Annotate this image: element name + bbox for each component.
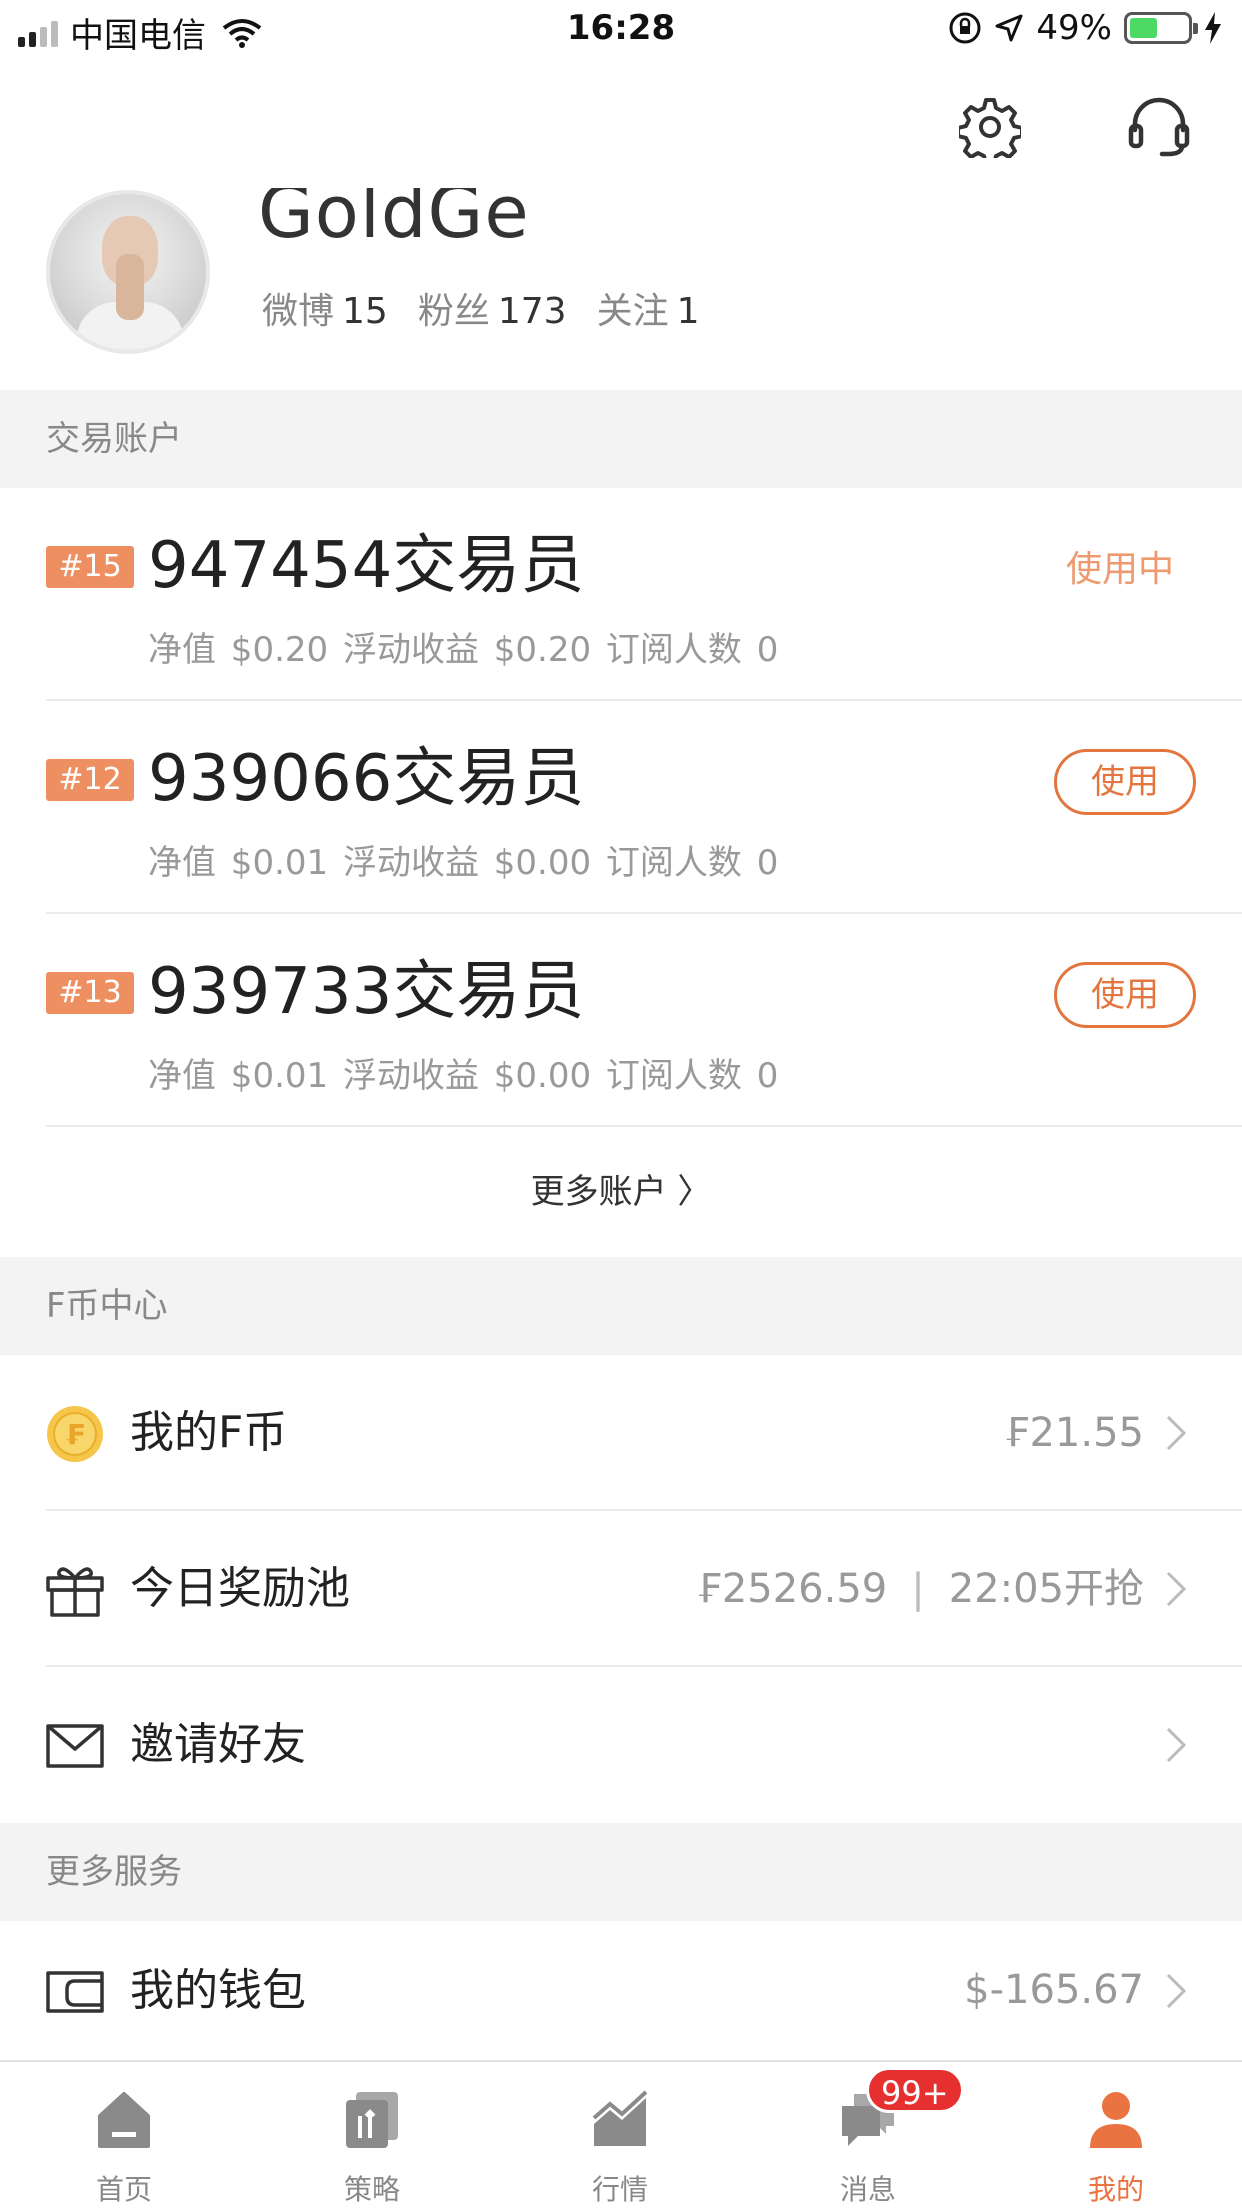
account-rank-badge: #15 xyxy=(46,546,134,588)
rotation-lock-icon xyxy=(949,12,981,44)
stat-weibo[interactable]: 微博 15 xyxy=(262,282,388,334)
account-title: 947454交易员 xyxy=(148,529,585,603)
wallet-icon xyxy=(44,1961,106,2023)
tab-home[interactable]: 首页 xyxy=(0,2062,248,2208)
account-in-use-status: 使用中 xyxy=(1065,549,1174,590)
account-details: 净值 $0.20 浮动收益 $0.20 订阅人数 0 xyxy=(148,630,779,670)
gift-icon xyxy=(44,1559,106,1621)
chevron-right-icon xyxy=(1166,1571,1187,1607)
account-title: 939066交易员 xyxy=(148,742,585,816)
stat-fans[interactable]: 粉丝 173 xyxy=(418,282,567,334)
tab-market[interactable]: 行情 xyxy=(496,2062,744,2208)
stat-following[interactable]: 关注 1 xyxy=(597,282,700,334)
account-details: 净值 $0.01 浮动收益 $0.00 订阅人数 0 xyxy=(148,843,779,883)
chevron-right-icon xyxy=(1166,1727,1187,1763)
fcoin-icon: ₣ xyxy=(44,1403,106,1465)
account-details: 净值 $0.01 浮动收益 $0.00 订阅人数 0 xyxy=(148,1056,779,1096)
reward-pool-amount: ₣2526.59 xyxy=(696,1566,888,1612)
tab-bar: 首页 策略 行情 消息 我的 xyxy=(0,2060,1242,2208)
use-account-button[interactable]: 使用 xyxy=(1054,962,1196,1028)
headset-icon xyxy=(1128,97,1190,157)
account-row[interactable]: #13 939733交易员 净值 $0.01 浮动收益 $0.00 订阅人数 0… xyxy=(0,914,1242,1127)
status-right: 49% xyxy=(948,8,1222,48)
separator: | xyxy=(911,1566,925,1612)
list-item-my-fcoin[interactable]: ₣ 我的F币 ₣21.55 xyxy=(0,1355,1242,1511)
gear-icon xyxy=(959,98,1021,158)
section-header-trading: 交易账户 xyxy=(0,390,1242,488)
wallet-balance: $-165.67 xyxy=(964,1967,1144,2013)
list-item-invite-friends[interactable]: 邀请好友 xyxy=(0,1667,1242,1823)
row-label: 我的F币 xyxy=(130,1407,288,1458)
account-rank-badge: #13 xyxy=(46,972,134,1014)
section-header-services: 更多服务 xyxy=(0,1823,1242,1921)
battery-icon xyxy=(1124,12,1198,44)
market-chart-icon xyxy=(592,2090,648,2146)
charging-bolt-icon xyxy=(1205,12,1221,44)
list-item-reward-pool[interactable]: 今日奖励池 ₣2526.59 | 22:05开抢 xyxy=(0,1511,1242,1667)
account-title: 939733交易员 xyxy=(148,955,585,1029)
battery-level xyxy=(1130,18,1158,38)
profile-icon xyxy=(1090,2092,1142,2148)
username[interactable]: GoldGe xyxy=(258,188,530,252)
chevron-right-icon xyxy=(1166,1973,1187,2009)
use-account-button[interactable]: 使用 xyxy=(1054,749,1196,815)
profile-header: GoldGe 微博 15 粉丝 173 关注 1 xyxy=(0,172,1242,390)
fcoin-balance: ₣21.55 xyxy=(1004,1410,1144,1456)
settings-button[interactable] xyxy=(955,92,1025,162)
account-rank-badge: #12 xyxy=(46,759,134,801)
envelope-icon xyxy=(44,1715,106,1777)
profile-stats: 微博 15 粉丝 173 关注 1 xyxy=(262,282,729,334)
home-icon xyxy=(98,2092,150,2148)
row-label: 邀请好友 xyxy=(130,1719,306,1770)
location-arrow-icon xyxy=(995,14,1023,42)
message-count-badge: 99+ xyxy=(866,2067,964,2113)
more-accounts-link[interactable]: 更多账户 〉 xyxy=(0,1127,1242,1257)
list-item-wallet[interactable]: 我的钱包 $-165.67 xyxy=(0,1921,1242,2060)
tab-strategy[interactable]: 策略 xyxy=(248,2062,496,2208)
row-label: 我的钱包 xyxy=(130,1965,306,2016)
header-actions xyxy=(0,92,1242,162)
strategy-icon xyxy=(346,2092,398,2148)
reward-start-time: 22:05开抢 xyxy=(948,1566,1144,1612)
tab-me[interactable]: 我的 xyxy=(992,2062,1240,2208)
account-row[interactable]: #12 939066交易员 净值 $0.01 浮动收益 $0.00 订阅人数 0… xyxy=(0,701,1242,914)
avatar[interactable] xyxy=(46,190,210,354)
account-row[interactable]: #15 947454交易员 净值 $0.20 浮动收益 $0.20 订阅人数 0… xyxy=(0,488,1242,701)
status-bar: 中国电信 16:28 49% xyxy=(0,0,1242,62)
customer-service-button[interactable] xyxy=(1124,92,1194,162)
section-header-fcoin: F币中心 xyxy=(0,1257,1242,1355)
chevron-right-icon xyxy=(1166,1415,1187,1451)
reward-pool-info: ₣2526.59 | 22:05开抢 xyxy=(696,1511,1144,1667)
svg-text:₣: ₣ xyxy=(65,1418,84,1451)
row-label: 今日奖励池 xyxy=(130,1563,350,1614)
battery-percent: 49% xyxy=(1036,8,1112,48)
